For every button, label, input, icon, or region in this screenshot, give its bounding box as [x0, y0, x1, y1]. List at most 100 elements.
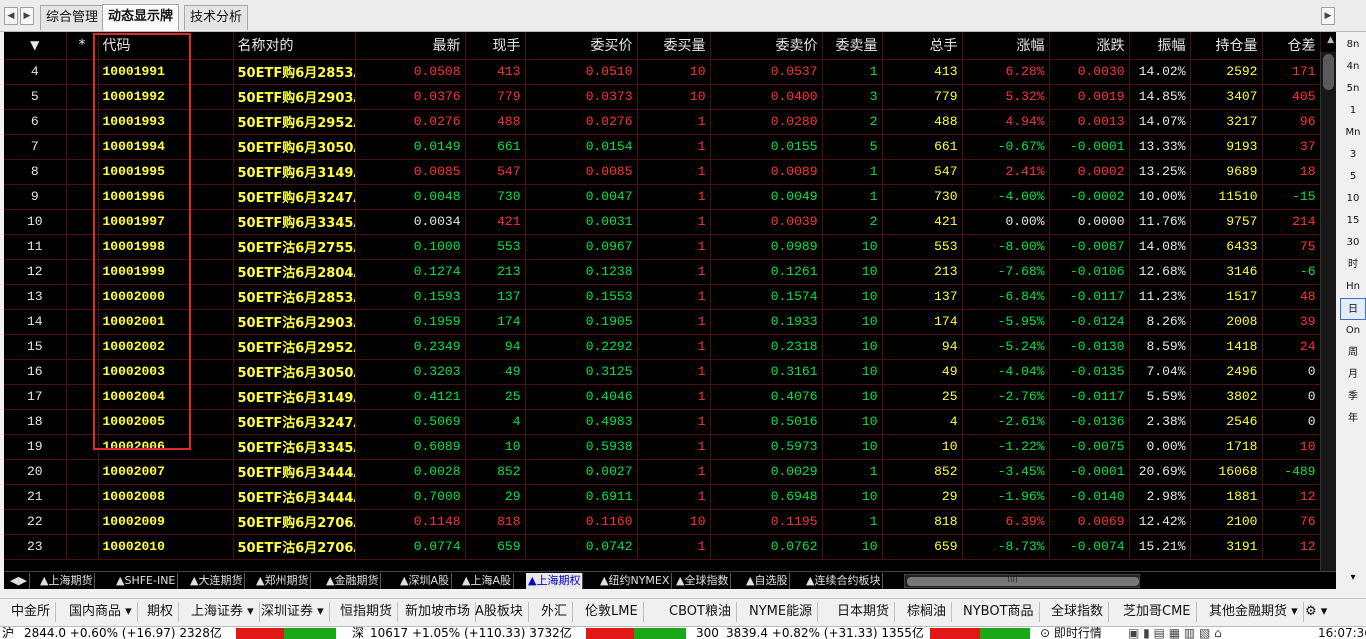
market-tab-1[interactable]: 国内商品 ▾ — [64, 602, 138, 622]
horizontal-scroll-thumb[interactable]: |||| — [907, 573, 1139, 586]
sheet-tab-nymex[interactable]: ▲纽约NYMEX — [598, 573, 673, 589]
table-row[interactable]: 14 10002001 50ETF沽6月2903A 0.1959 174 0.1905 1 0… — [4, 309, 1321, 335]
period-button-1[interactable]: 4n — [1340, 56, 1366, 78]
table-row[interactable]: 22 10002009 50ETF购6月2706A 0.1148 818 0.1160 10… — [4, 509, 1321, 535]
table-row[interactable]: 17 10002004 50ETF沽6月3149A 0.4121 25 0.4046 1 0.… — [4, 384, 1321, 410]
header-last[interactable]: 最新 — [355, 32, 466, 60]
header-change[interactable]: 涨跌 — [1049, 32, 1130, 60]
header-bid-price[interactable]: 委买价 — [525, 32, 638, 60]
tab-general-management[interactable]: 综合管理 — [40, 5, 105, 30]
market-tab-16[interactable]: 芝加哥CME — [1118, 602, 1197, 622]
header-star[interactable]: * — [66, 32, 99, 60]
table-row[interactable]: 12 10001999 50ETF沽6月2804A 0.1274 213 0.1238 1 0… — [4, 259, 1321, 285]
sheet-scroll-left-icon[interactable]: ◀▶ — [8, 573, 30, 589]
table-row[interactable]: 4 10001991 50ETF购6月2853A 0.0508 413 0.0510 10 0… — [4, 59, 1321, 85]
realtime-quote-button[interactable]: ⊙ 即时行情 — [1040, 627, 1102, 639]
market-tab-3[interactable]: 上海证券 ▾ — [186, 602, 260, 622]
sheet-tab-shanghai-a[interactable]: ▲上海A股 — [460, 573, 514, 589]
settings-gear-icon[interactable]: ⚙ ▾ — [1300, 602, 1332, 622]
market-tab-4[interactable]: 深圳证券 ▾ — [256, 602, 330, 622]
sheet-tab-global-index[interactable]: ▲全球指数 — [674, 573, 732, 589]
sheet-tab-financial-futures[interactable]: ▲金融期货 — [324, 573, 382, 589]
horizontal-scrollbar[interactable]: |||| — [904, 573, 1140, 588]
period-button-9[interactable]: 30 — [1340, 232, 1366, 254]
sheet-tab-shanghai-futures[interactable]: ▲上海期货 — [38, 573, 96, 589]
period-button-7[interactable]: 10 — [1340, 188, 1366, 210]
period-button-12[interactable]: 日 — [1340, 298, 1366, 320]
header-change-pct[interactable]: 涨幅 — [962, 32, 1050, 60]
period-button-6[interactable]: 5 — [1340, 166, 1366, 188]
table-row[interactable]: 13 10002000 50ETF沽6月2853A 0.1593 137 0.1553 1 0… — [4, 284, 1321, 310]
status-tool-icons[interactable]: ▣ ▮ ▤ ▦ ▥ ▧ ⌂ — [1128, 627, 1222, 639]
vertical-scroll-thumb[interactable] — [1323, 54, 1334, 90]
table-row[interactable]: 10 10001997 50ETF购6月3345A 0.0034 421 0.0031 1 0… — [4, 209, 1321, 235]
market-tab-9[interactable]: 伦敦LME — [580, 602, 644, 622]
sheet-tab-watchlist[interactable]: ▲自选股 — [744, 573, 791, 589]
market-tab-8[interactable]: 外汇 — [536, 602, 574, 622]
market-tab-13[interactable]: 棕榈油 — [902, 602, 953, 622]
tab-scroll-left-icon[interactable]: ◀ — [4, 7, 18, 25]
header-name[interactable]: 名称对的 — [233, 32, 356, 60]
market-tab-2[interactable]: 期权 — [142, 602, 180, 622]
table-row[interactable]: 8 10001995 50ETF购6月3149A 0.0085 547 0.0085 1 0.… — [4, 159, 1321, 185]
vertical-scrollbar[interactable] — [1320, 52, 1336, 571]
period-button-11[interactable]: Hn — [1340, 276, 1366, 298]
period-button-13[interactable]: On — [1340, 320, 1366, 342]
table-row[interactable]: 5 10001992 50ETF购6月2903A 0.0376 779 0.0373 10 0… — [4, 84, 1321, 110]
market-tab-0[interactable]: 中金所 — [6, 602, 57, 622]
table-row[interactable]: 23 10002010 50ETF沽6月2706A 0.0774 659 0.0742 1 0… — [4, 534, 1321, 560]
table-row[interactable]: 9 10001996 50ETF购6月3247A 0.0048 730 0.0047 1 0.… — [4, 184, 1321, 210]
tab-dynamic-board[interactable]: 动态显示牌 — [102, 4, 180, 31]
header-bid-vol[interactable]: 委买量 — [637, 32, 711, 60]
sheet-tab-shenzhen-a[interactable]: ▲深圳A股 — [398, 573, 452, 589]
header-total-vol[interactable]: 总手 — [882, 32, 963, 60]
table-row[interactable]: 6 10001993 50ETF购6月2952A 0.0276 488 0.0276 1 0.… — [4, 109, 1321, 135]
market-tab-12[interactable]: 日本期货 — [832, 602, 896, 622]
header-oi-change[interactable]: 仓差 — [1262, 32, 1321, 60]
period-button-18[interactable]: ▾ — [1340, 567, 1366, 589]
period-button-17[interactable]: 年 — [1340, 408, 1366, 430]
table-row[interactable]: 16 10002003 50ETF沽6月3050A 0.3203 49 0.3125 1 0.… — [4, 359, 1321, 385]
period-button-4[interactable]: Mn — [1340, 122, 1366, 144]
header-current-vol[interactable]: 现手 — [465, 32, 526, 60]
sort-dropdown-icon[interactable]: ▼ — [4, 32, 67, 60]
sheet-tab-shanghai-options[interactable]: ▲上海期权 — [526, 573, 584, 589]
sheet-tab-shfe-ine[interactable]: ▲SHFE-INE — [114, 573, 179, 589]
tab-scroll-right-icon[interactable]: ▶ — [20, 7, 34, 25]
market-tab-7[interactable]: A股板块 — [470, 602, 529, 622]
period-button-8[interactable]: 15 — [1340, 210, 1366, 232]
header-code[interactable]: 代码 — [98, 32, 234, 60]
table-row[interactable]: 11 10001998 50ETF沽6月2755A 0.1000 553 0.0967 1 0… — [4, 234, 1321, 260]
table-row[interactable]: 20 10002007 50ETF购6月3444A 0.0028 852 0.0027 1 0… — [4, 459, 1321, 485]
market-tab-5[interactable]: 恒指期货 — [335, 602, 399, 622]
market-tab-11[interactable]: NYME能源 — [744, 602, 819, 622]
market-tab-15[interactable]: 全球指数 — [1046, 602, 1110, 622]
market-tab-10[interactable]: CBOT粮油 — [664, 602, 737, 622]
period-button-3[interactable]: 1 — [1340, 100, 1366, 122]
scroll-up-icon[interactable]: ▲ — [1327, 35, 1334, 45]
table-row[interactable]: 18 10002005 50ETF沽6月3247A 0.5069 4 0.4983 1 0.5… — [4, 409, 1321, 435]
header-ask-price[interactable]: 委卖价 — [710, 32, 823, 60]
header-amplitude[interactable]: 振幅 — [1129, 32, 1191, 60]
table-row[interactable]: 15 10002002 50ETF沽6月2952A 0.2349 94 0.2292 1 0.… — [4, 334, 1321, 360]
header-ask-vol[interactable]: 委卖量 — [822, 32, 883, 60]
period-button-14[interactable]: 周 — [1340, 342, 1366, 364]
sheet-tab-continuous[interactable]: ▲连续合约板块 — [804, 573, 884, 589]
market-tab-17[interactable]: 其他金融期货 ▾ — [1204, 602, 1304, 622]
sheet-tab-zhengzhou-futures[interactable]: ▲郑州期货 — [254, 573, 312, 589]
market-tab-6[interactable]: 新加坡市场 — [400, 602, 477, 622]
period-button-0[interactable]: 8n — [1340, 34, 1366, 56]
period-button-10[interactable]: 时 — [1340, 254, 1366, 276]
table-row[interactable]: 7 10001994 50ETF购6月3050A 0.0149 661 0.0154 1 0.… — [4, 134, 1321, 160]
tab-technical-analysis[interactable]: 技术分析 — [184, 5, 249, 30]
period-button-15[interactable]: 月 — [1340, 364, 1366, 386]
window-scroll-right-icon[interactable]: ▶ — [1321, 7, 1335, 25]
period-button-5[interactable]: 3 — [1340, 144, 1366, 166]
period-button-2[interactable]: 5n — [1340, 78, 1366, 100]
sheet-tab-dalian-futures[interactable]: ▲大连期货 — [188, 573, 246, 589]
period-button-16[interactable]: 季 — [1340, 386, 1366, 408]
table-row[interactable]: 19 10002006 50ETF沽6月3345A 0.6089 10 0.5938 1 0.… — [4, 434, 1321, 460]
table-row[interactable]: 21 10002008 50ETF沽6月3444A 0.7000 29 0.6911 1 0.… — [4, 484, 1321, 510]
market-tab-14[interactable]: NYBOT商品 — [958, 602, 1040, 622]
header-open-interest[interactable]: 持仓量 — [1190, 32, 1263, 60]
